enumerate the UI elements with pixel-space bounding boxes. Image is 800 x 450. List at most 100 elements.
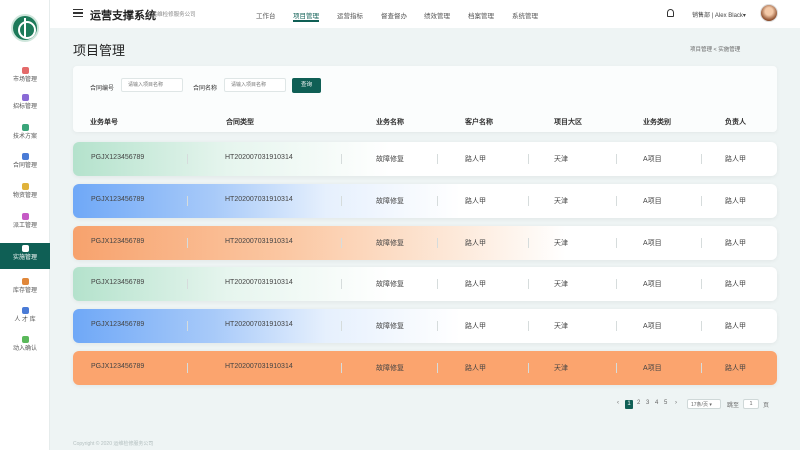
table-cell: 路人甲 bbox=[465, 156, 486, 163]
sidebar-item-label: 库存管理 bbox=[12, 288, 37, 294]
page-button-active[interactable]: 1 bbox=[625, 400, 633, 409]
page-button[interactable]: 2 bbox=[637, 400, 640, 406]
page-button[interactable]: 4 bbox=[655, 400, 658, 406]
sidebar-item[interactable]: 技术方案 bbox=[0, 122, 50, 148]
nav-tab[interactable]: 档案管理 bbox=[468, 10, 494, 20]
page-button[interactable]: 3 bbox=[646, 400, 649, 406]
column-divider bbox=[528, 196, 529, 206]
table-cell: 路人甲 bbox=[465, 323, 486, 330]
column-header: 业务名称 bbox=[376, 119, 404, 126]
sidebar-item-icon bbox=[21, 124, 29, 131]
sidebar-item[interactable]: 市场管理 bbox=[0, 65, 50, 91]
search-button[interactable]: 查询 bbox=[292, 78, 321, 93]
column-header: 业务单号 bbox=[90, 119, 118, 126]
table-cell: 天津 bbox=[554, 365, 568, 372]
table-cell: 路人甲 bbox=[725, 281, 746, 288]
sidebar-item[interactable]: 招标管理 bbox=[0, 92, 50, 118]
bell-icon[interactable] bbox=[667, 9, 674, 17]
contract-no-label: 合同编号 bbox=[90, 86, 115, 92]
table-cell: 故障修复 bbox=[376, 240, 404, 247]
column-divider bbox=[528, 363, 529, 373]
table-cell: 路人甲 bbox=[465, 240, 486, 247]
nav-tab[interactable]: 系统管理 bbox=[512, 10, 538, 20]
table-row[interactable]: PGJX123456789 HT202007031910314 故障修复 路人甲 天津 A… bbox=[73, 351, 777, 385]
table-cell: HT202007031910314 bbox=[225, 196, 293, 203]
sidebar-item[interactable]: 动入确认 bbox=[0, 334, 50, 360]
table-cell: PGJX123456789 bbox=[91, 279, 145, 286]
nav-tab[interactable]: 项目管理 bbox=[293, 10, 319, 22]
table-row[interactable]: PGJX123456789 HT202007031910314 故障修复 路人甲 天津 A… bbox=[73, 267, 777, 301]
column-divider bbox=[701, 154, 702, 164]
sidebar-item[interactable]: 合同管理 bbox=[0, 151, 50, 177]
column-divider bbox=[701, 196, 702, 206]
column-divider bbox=[187, 238, 188, 248]
column-divider bbox=[701, 321, 702, 331]
goto-page-input[interactable]: 1 bbox=[743, 399, 759, 409]
table-cell: 路人甲 bbox=[465, 198, 486, 205]
table-cell: 故障修复 bbox=[376, 198, 404, 205]
sidebar-item-icon bbox=[21, 307, 29, 314]
nav-tab[interactable]: 绩效管理 bbox=[424, 10, 450, 20]
nav-tab[interactable]: 工作台 bbox=[256, 10, 276, 20]
table-cell: PGJX123456789 bbox=[91, 363, 145, 370]
column-divider bbox=[437, 279, 438, 289]
sidebar-item[interactable]: 实施管理 bbox=[0, 243, 50, 269]
user-menu[interactable]: 销售部 | Alex Black▾ bbox=[692, 10, 746, 19]
filter-card: 合同编号 合同名称 查询 业务单号 合同类型 业务名称 客户名称 项目大区 业务… bbox=[73, 66, 777, 132]
column-header: 业务类别 bbox=[643, 119, 671, 126]
column-divider bbox=[187, 279, 188, 289]
column-divider bbox=[437, 321, 438, 331]
contract-name-label: 合同名称 bbox=[193, 86, 218, 92]
table-cell: A项目 bbox=[643, 365, 662, 372]
table-cell: A项目 bbox=[643, 281, 662, 288]
table-cell: 路人甲 bbox=[465, 365, 486, 372]
avatar[interactable] bbox=[760, 4, 778, 22]
sidebar-item-label: 实施管理 bbox=[12, 255, 37, 261]
prev-page-button[interactable]: ‹ bbox=[617, 400, 619, 406]
table-cell: 故障修复 bbox=[376, 323, 404, 330]
sidebar-item[interactable]: 派工管理 bbox=[0, 211, 50, 237]
table-row[interactable]: PGJX123456789 HT202007031910314 故障修复 路人甲 天津 A… bbox=[73, 184, 777, 218]
footer-copyright: Copyright © 2020 运维检修服务公司 bbox=[73, 441, 154, 447]
next-page-button[interactable]: › bbox=[675, 400, 677, 406]
sidebar-item-icon bbox=[21, 245, 29, 252]
table-cell: 故障修复 bbox=[376, 281, 404, 288]
column-header: 项目大区 bbox=[554, 119, 582, 126]
table-cell: 故障修复 bbox=[376, 365, 404, 372]
sidebar-item[interactable]: 人 才 库 bbox=[0, 305, 50, 331]
sidebar-item-label: 派工管理 bbox=[12, 223, 37, 229]
column-divider bbox=[341, 363, 342, 373]
menu-toggle-icon[interactable] bbox=[73, 9, 83, 17]
table-cell: 路人甲 bbox=[725, 240, 746, 247]
column-divider bbox=[528, 154, 529, 164]
sidebar-item[interactable]: 物资管理 bbox=[0, 181, 50, 207]
column-divider bbox=[341, 154, 342, 164]
table-row[interactable]: PGJX123456789 HT202007031910314 故障修复 路人甲 天津 A… bbox=[73, 309, 777, 343]
column-divider bbox=[187, 196, 188, 206]
table-cell: 天津 bbox=[554, 240, 568, 247]
contract-no-input[interactable] bbox=[121, 78, 183, 92]
column-divider bbox=[437, 238, 438, 248]
table-cell: 路人甲 bbox=[725, 323, 746, 330]
column-divider bbox=[616, 154, 617, 164]
sidebar-item-icon bbox=[21, 94, 29, 101]
page-size-select[interactable]: 17条/页 ▾ bbox=[687, 399, 721, 409]
breadcrumb[interactable]: 项目管理 < 实施管理 bbox=[690, 45, 740, 53]
table-cell: HT202007031910314 bbox=[225, 238, 293, 245]
contract-name-input[interactable] bbox=[224, 78, 286, 92]
column-divider bbox=[528, 238, 529, 248]
nav-tab[interactable]: 督查督办 bbox=[381, 10, 407, 20]
table-cell: PGJX123456789 bbox=[91, 154, 145, 161]
nav-tab[interactable]: 运营指标 bbox=[337, 10, 363, 20]
goto-label: 跳至 bbox=[727, 403, 740, 409]
sidebar-item-label: 动入确认 bbox=[12, 346, 37, 352]
table-cell: HT202007031910314 bbox=[225, 154, 293, 161]
table-row[interactable]: PGJX123456789 HT202007031910314 故障修复 路人甲 天津 A… bbox=[73, 226, 777, 260]
table-cell: 天津 bbox=[554, 198, 568, 205]
column-divider bbox=[528, 279, 529, 289]
page-button[interactable]: 5 bbox=[664, 400, 667, 406]
sidebar-item-icon bbox=[21, 67, 29, 74]
sidebar-item[interactable]: 库存管理 bbox=[0, 276, 50, 302]
table-row[interactable]: PGJX123456789 HT202007031910314 故障修复 路人甲 天津 A… bbox=[73, 142, 777, 176]
table-cell: 路人甲 bbox=[725, 365, 746, 372]
